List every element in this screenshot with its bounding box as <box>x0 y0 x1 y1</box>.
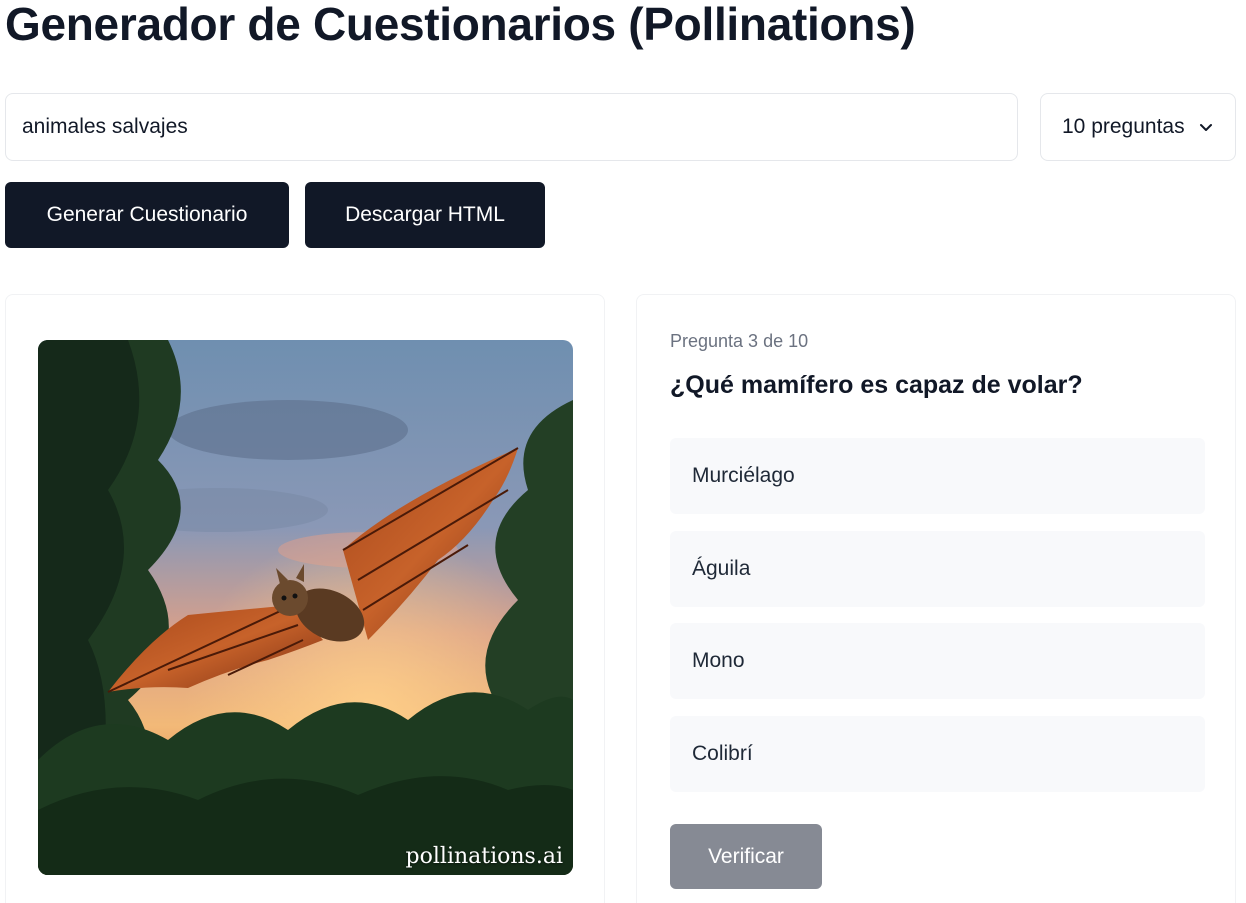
download-html-button[interactable]: Descargar HTML <box>305 182 545 248</box>
quiz-image: pollinations.ai <box>38 340 573 875</box>
answer-option-label: Murciélago <box>692 464 795 487</box>
answer-option-label: Mono <box>692 649 745 672</box>
answer-option[interactable]: Águila <box>670 531 1205 607</box>
answer-option-label: Águila <box>692 557 751 580</box>
image-watermark: pollinations.ai <box>405 844 563 869</box>
quiz-card: Pregunta 3 de 10 ¿Qué mamífero es capaz … <box>636 294 1236 903</box>
topic-input[interactable] <box>5 93 1018 161</box>
answer-option[interactable]: Mono <box>670 623 1205 699</box>
question-text: ¿Qué mamífero es capaz de volar? <box>670 371 1083 399</box>
page: Generador de Cuestionarios (Pollinations… <box>0 0 1246 903</box>
image-card: pollinations.ai <box>5 294 605 903</box>
question-count-select[interactable]: 10 preguntas <box>1040 93 1236 161</box>
verify-button[interactable]: Verificar <box>670 824 822 889</box>
chevron-down-icon <box>1200 124 1212 131</box>
answer-option-label: Colibrí <box>692 742 753 765</box>
page-title: Generador de Cuestionarios (Pollinations… <box>5 0 916 50</box>
answer-option[interactable]: Murciélago <box>670 438 1205 514</box>
bat-illustration <box>38 340 573 875</box>
question-count-value: 10 preguntas <box>1062 115 1185 138</box>
answer-option[interactable]: Colibrí <box>670 716 1205 792</box>
generate-quiz-button[interactable]: Generar Cuestionario <box>5 182 289 248</box>
question-progress: Pregunta 3 de 10 <box>670 331 809 351</box>
